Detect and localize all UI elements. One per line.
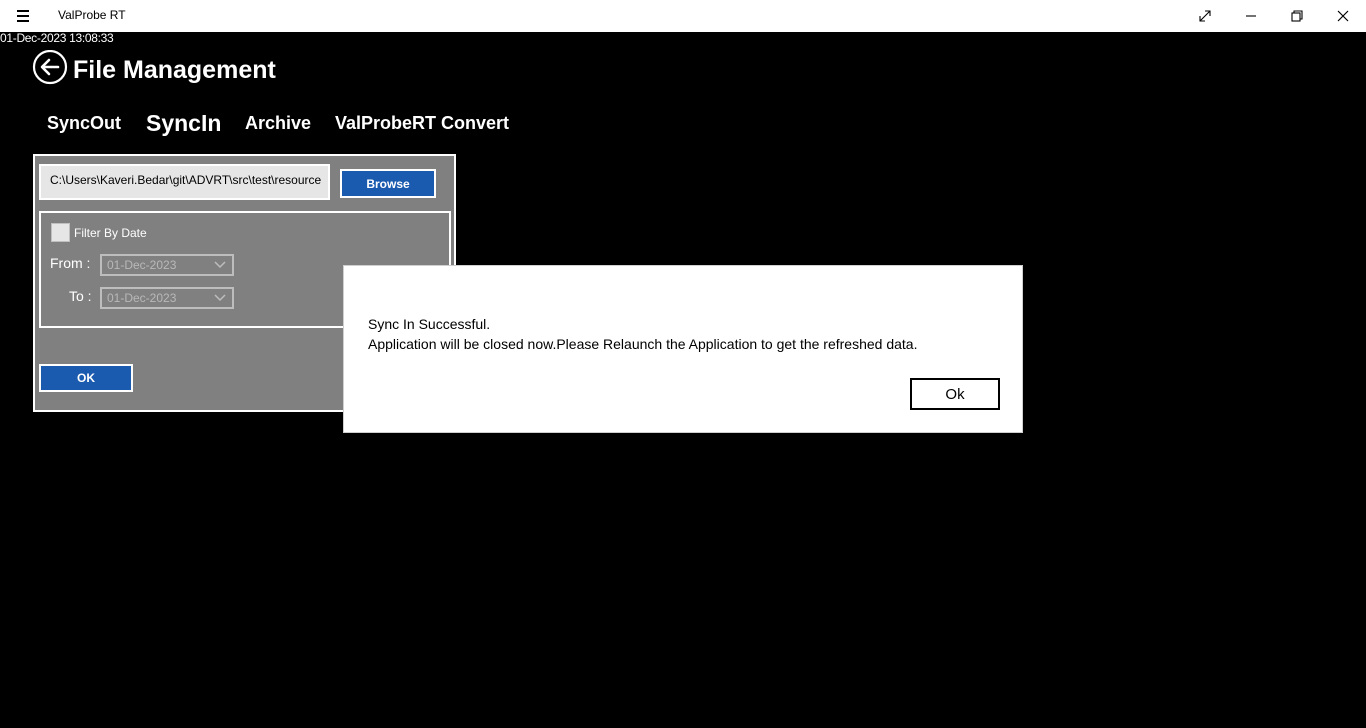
- fullscreen-icon[interactable]: [1182, 0, 1228, 32]
- restore-icon[interactable]: [1274, 0, 1320, 32]
- page-title: File Management: [73, 56, 276, 84]
- app-title: ValProbe RT: [58, 8, 126, 22]
- hamburger-icon[interactable]: [8, 4, 38, 28]
- ok-button[interactable]: OK: [39, 364, 133, 392]
- dialog-message-title: Sync In Successful.: [368, 316, 491, 332]
- back-arrow-icon[interactable]: [32, 49, 68, 86]
- to-label: To :: [69, 288, 92, 304]
- to-date-value: 01-Dec-2023: [107, 291, 177, 305]
- sync-success-dialog: Sync In Successful. Application will be …: [343, 265, 1023, 433]
- title-bar: ValProbe RT: [0, 0, 1366, 32]
- chevron-down-icon: [214, 294, 226, 302]
- dialog-ok-button[interactable]: Ok: [910, 378, 1000, 410]
- filter-by-date-checkbox[interactable]: [51, 223, 70, 242]
- tab-valprobert-convert[interactable]: ValProbeRT Convert: [335, 113, 509, 134]
- browse-button[interactable]: Browse: [340, 169, 436, 198]
- tab-syncout[interactable]: SyncOut: [47, 113, 121, 134]
- from-date-picker[interactable]: 01-Dec-2023: [100, 254, 234, 276]
- from-date-value: 01-Dec-2023: [107, 258, 177, 272]
- filter-by-date-label: Filter By Date: [74, 226, 147, 240]
- tab-syncin[interactable]: SyncIn: [146, 110, 221, 137]
- minimize-icon[interactable]: [1228, 0, 1274, 32]
- dialog-message-body: Application will be closed now.Please Re…: [368, 336, 918, 352]
- folder-path-field[interactable]: C:\Users\Kaveri.Bedar\git\ADVRT\src\test…: [39, 164, 330, 200]
- datetime-label: 01-Dec-2023 13:08:33: [0, 31, 114, 45]
- close-icon[interactable]: [1320, 0, 1366, 32]
- to-date-picker[interactable]: 01-Dec-2023: [100, 287, 234, 309]
- from-label: From :: [50, 255, 91, 271]
- chevron-down-icon: [214, 261, 226, 269]
- tab-archive[interactable]: Archive: [245, 113, 311, 134]
